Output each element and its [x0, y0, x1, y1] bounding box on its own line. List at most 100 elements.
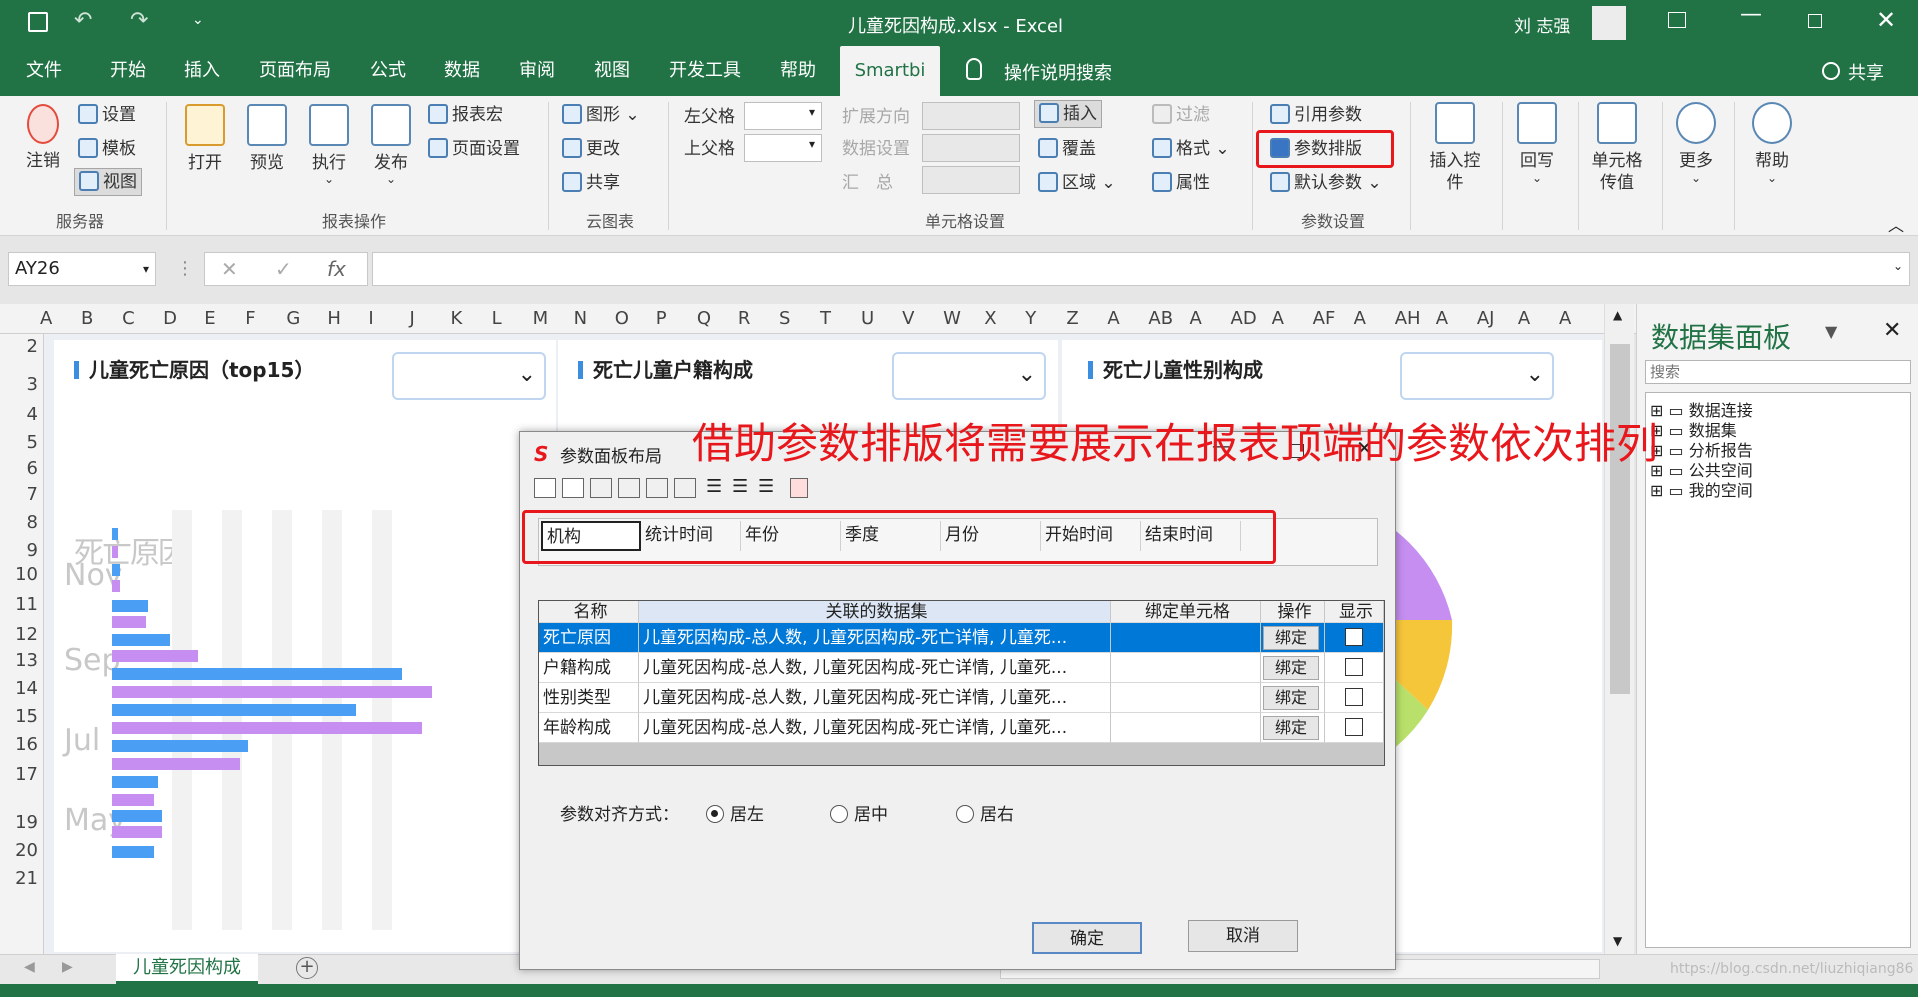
show-checkbox[interactable]	[1345, 658, 1363, 676]
default-param-button[interactable]: 默认参数 ⌄	[1270, 172, 1382, 194]
row-header[interactable]: 3	[0, 374, 38, 395]
column-header[interactable]: A	[40, 308, 52, 329]
user-name[interactable]: 刘 志强	[1514, 12, 1570, 37]
toolbar-merge-icon[interactable]	[590, 478, 612, 498]
column-header[interactable]: M	[533, 308, 549, 329]
data-setting-select[interactable]	[922, 134, 1020, 162]
table-row[interactable]: 死亡原因 儿童死因构成-总人数, 儿童死因构成-死亡详情, 儿童死... 绑定	[539, 623, 1384, 653]
tab-insert[interactable]: 插入	[168, 46, 236, 96]
row-header[interactable]: 4	[0, 404, 38, 425]
writeback-button[interactable]: 回写 ⌄	[1512, 102, 1562, 184]
view-button[interactable]: 视图	[74, 168, 142, 196]
scroll-down-icon[interactable]: ▼	[1613, 934, 1622, 948]
row-header[interactable]: 5	[0, 432, 38, 453]
toolbar-grid-icon[interactable]	[562, 478, 584, 498]
expand-formula-icon[interactable]: ⌄	[1893, 259, 1903, 273]
tab-developer[interactable]: 开发工具	[656, 46, 754, 96]
column-header[interactable]: S	[779, 308, 790, 329]
column-header[interactable]: W	[943, 308, 961, 329]
tab-data[interactable]: 数据	[428, 46, 496, 96]
align-right-radio[interactable]: 居右	[956, 800, 1014, 825]
column-header[interactable]: X	[984, 308, 996, 329]
preview-button[interactable]: 预览	[242, 104, 292, 174]
undo-icon[interactable]: ↶	[74, 8, 92, 33]
column-header[interactable]: N	[574, 308, 587, 329]
column-header[interactable]: AH	[1395, 308, 1421, 329]
column-header[interactable]: H	[327, 308, 341, 329]
vertical-scrollbar[interactable]: ▲ ▼	[1604, 304, 1634, 954]
column-header[interactable]: Q	[697, 308, 711, 329]
show-checkbox[interactable]	[1345, 628, 1363, 646]
column-header[interactable]: O	[615, 308, 629, 329]
minimize-icon[interactable]: —	[1740, 2, 1762, 27]
cancel-button[interactable]: 取消	[1188, 920, 1298, 952]
save-icon[interactable]	[28, 12, 48, 32]
column-header[interactable]: A	[1189, 308, 1201, 329]
formula-options-icon[interactable]: ⋮	[176, 258, 194, 279]
template-button[interactable]: 模板	[78, 138, 136, 160]
row-header[interactable]: 9	[0, 540, 38, 561]
column-header[interactable]: Z	[1066, 308, 1078, 329]
column-header[interactable]: J	[409, 308, 414, 329]
cancel-formula-icon[interactable]: ✕	[221, 257, 238, 281]
column-header[interactable]: A	[1436, 308, 1448, 329]
share-chart-button[interactable]: 共享	[562, 172, 620, 194]
insert-mode-button[interactable]: 插入	[1034, 100, 1102, 128]
column-header[interactable]: P	[656, 308, 667, 329]
scroll-up-icon[interactable]: ▲	[1613, 308, 1622, 322]
tab-home[interactable]: 开始	[94, 46, 162, 96]
column-header[interactable]: E	[204, 308, 215, 329]
left-parent-select[interactable]: ▾	[744, 102, 822, 130]
ok-button[interactable]: 确定	[1032, 922, 1142, 954]
row-header[interactable]: 10	[0, 564, 38, 585]
dataset-search-input[interactable]	[1645, 360, 1911, 384]
column-header[interactable]: I	[368, 308, 373, 329]
tab-formulas[interactable]: 公式	[354, 46, 422, 96]
attribute-button[interactable]: 属性	[1152, 172, 1210, 194]
panel-select[interactable]: ⌄	[892, 352, 1046, 400]
bind-button[interactable]: 绑定	[1263, 626, 1319, 650]
column-header[interactable]: T	[820, 308, 831, 329]
row-header[interactable]: 15	[0, 706, 38, 727]
settings-button[interactable]: 设置	[78, 104, 136, 126]
row-header[interactable]: 19	[0, 812, 38, 833]
close-icon[interactable]: ✕	[1876, 6, 1896, 34]
row-header[interactable]: 2	[0, 336, 38, 357]
show-checkbox[interactable]	[1345, 688, 1363, 706]
align-right-icon[interactable]: ☰	[758, 476, 774, 497]
row-header[interactable]: 11	[0, 594, 38, 615]
align-left-radio[interactable]: 居左	[706, 800, 764, 825]
align-center-icon[interactable]: ☰	[732, 476, 748, 497]
column-header[interactable]: AF	[1313, 308, 1336, 329]
up-parent-select[interactable]: ▾	[744, 134, 822, 162]
row-header[interactable]: 12	[0, 624, 38, 645]
delete-icon[interactable]	[790, 478, 808, 498]
column-header[interactable]: K	[451, 308, 463, 329]
panel-select[interactable]: ⌄	[1400, 352, 1554, 400]
column-header[interactable]: A	[1107, 308, 1119, 329]
column-header[interactable]: B	[81, 308, 93, 329]
tab-smartbi[interactable]: Smartbi	[840, 46, 940, 96]
row-header[interactable]: 7	[0, 484, 38, 505]
bind-button[interactable]: 绑定	[1263, 656, 1319, 680]
row-header[interactable]: 21	[0, 868, 38, 889]
format-button[interactable]: 格式 ⌄	[1152, 138, 1230, 160]
column-header[interactable]: C	[122, 308, 135, 329]
toolbar-table-icon[interactable]	[534, 478, 556, 498]
tab-help[interactable]: 帮助	[764, 46, 832, 96]
column-header[interactable]: AJ	[1477, 308, 1495, 329]
insert-control-button[interactable]: 插入控件	[1424, 102, 1486, 194]
reference-param-button[interactable]: 引用参数	[1270, 104, 1362, 126]
row-header[interactable]: 20	[0, 840, 38, 861]
sheet-tab-active[interactable]: 儿童死因构成	[116, 954, 258, 984]
scroll-thumb[interactable]	[1610, 344, 1630, 694]
row-header[interactable]: 6	[0, 458, 38, 479]
customize-qat-icon[interactable]: ⌄	[192, 12, 204, 28]
tree-item-my-space[interactable]: ⊞ ▭ 我的空间	[1650, 477, 1753, 501]
column-header[interactable]: A	[1518, 308, 1530, 329]
row-header[interactable]: 17	[0, 764, 38, 785]
column-header[interactable]: AD	[1231, 308, 1257, 329]
share-button[interactable]: 共享	[1848, 59, 1884, 85]
column-header[interactable]: V	[902, 308, 914, 329]
chart-button[interactable]: 图形 ⌄	[562, 104, 640, 126]
